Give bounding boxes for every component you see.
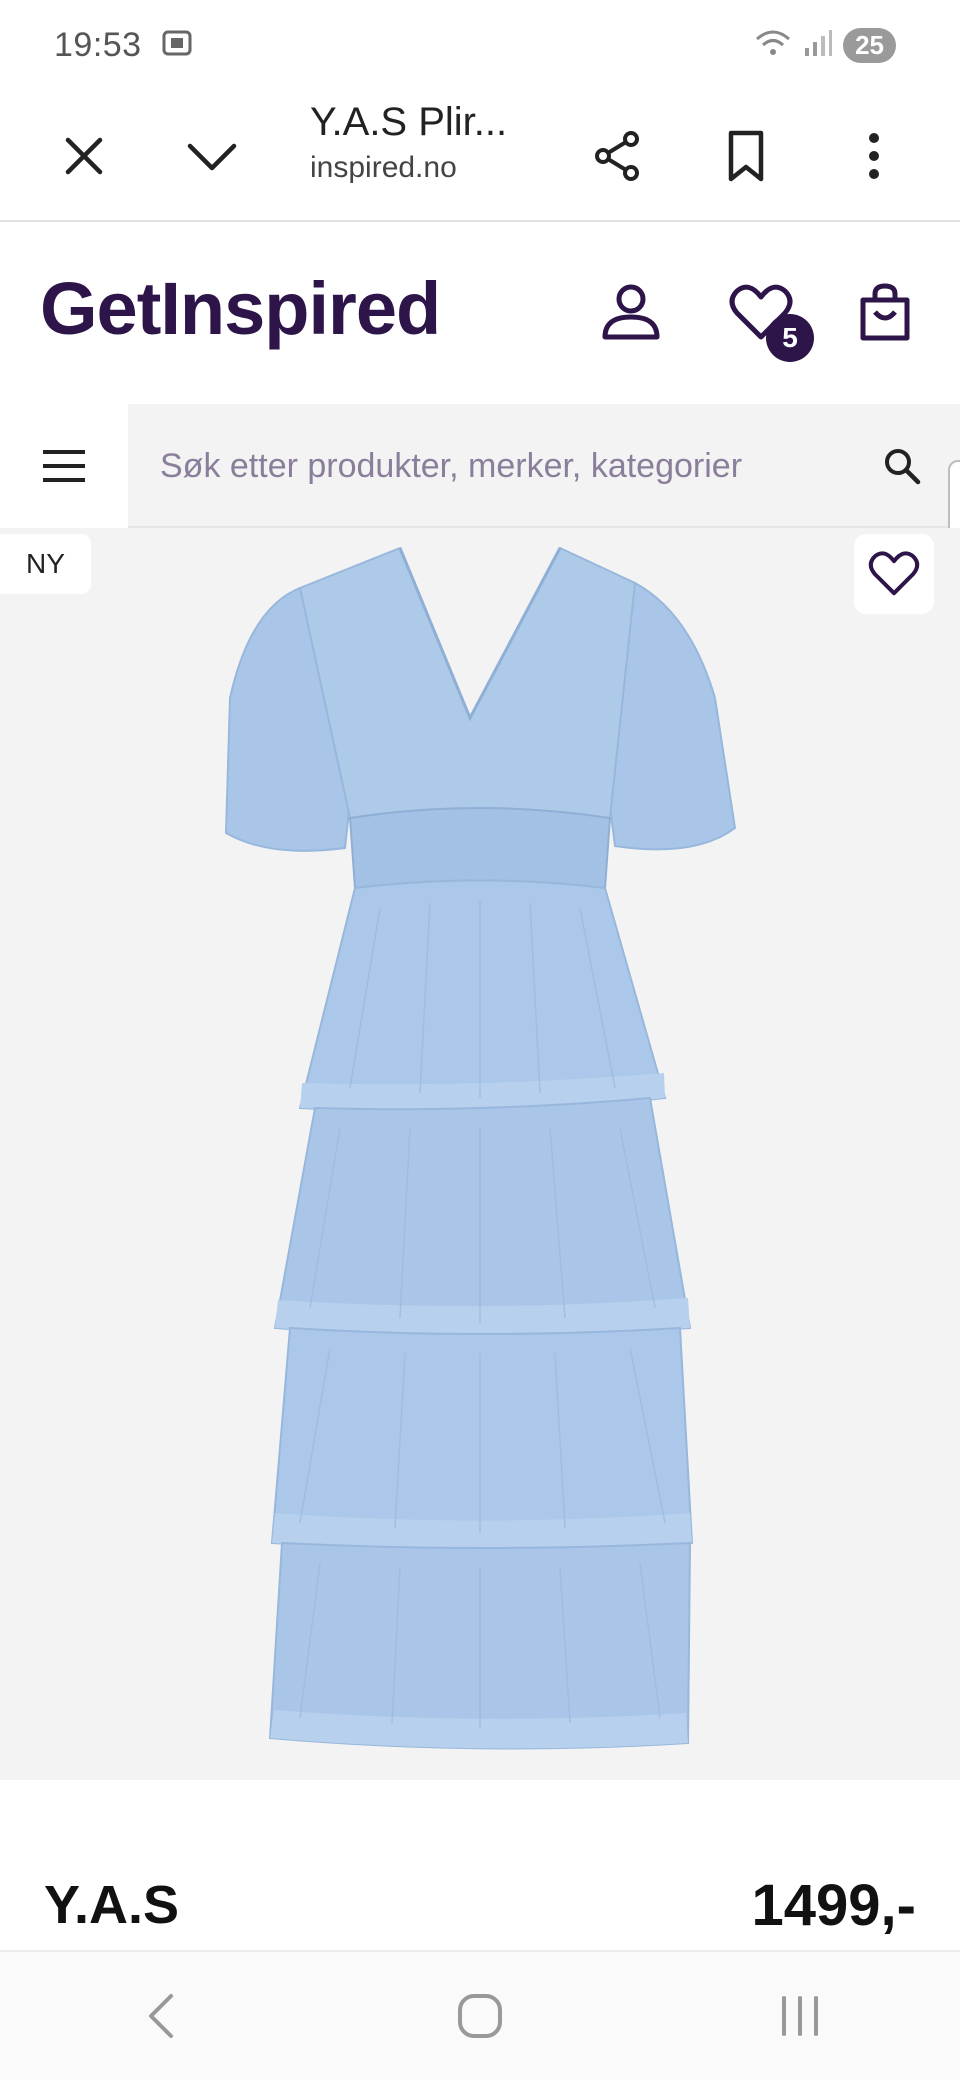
recents-icon[interactable] [740, 1966, 860, 2066]
site-header: GetInspired 5 [0, 224, 960, 404]
dress-illustration [224, 546, 737, 1750]
system-nav-bar [0, 1950, 960, 2080]
shopping-bag-icon[interactable] [840, 268, 930, 358]
product-image[interactable]: NY [0, 528, 960, 1780]
home-icon[interactable] [420, 1966, 540, 2066]
heart-outline-icon [868, 551, 920, 596]
back-icon[interactable] [100, 1966, 220, 2066]
more-vert-icon[interactable] [834, 116, 914, 196]
close-icon[interactable] [44, 116, 124, 196]
search-row [0, 404, 960, 528]
search-icon[interactable] [870, 434, 934, 498]
page-title-block[interactable]: Y.A.S Plir... inspired.no [310, 100, 550, 185]
wishlist-count-badge: 5 [766, 314, 814, 362]
wifi-icon [753, 27, 793, 64]
screen-record-icon [160, 26, 194, 65]
signal-icon [803, 28, 833, 63]
bookmark-icon[interactable] [706, 116, 786, 196]
wishlist-button[interactable]: 5 [716, 268, 814, 362]
page-url: inspired.no [310, 151, 457, 184]
site-logo[interactable]: GetInspired [40, 266, 441, 351]
status-left: 19:53 [54, 26, 194, 65]
new-badge: NY [0, 534, 91, 594]
browser-toolbar: Y.A.S Plir... inspired.no [0, 90, 960, 222]
status-bar: 19:53 25 [0, 0, 960, 90]
product-info: Y.A.S 1499,- [0, 1780, 960, 1950]
account-icon[interactable] [586, 268, 676, 358]
chevron-down-icon[interactable] [172, 116, 252, 196]
search-input[interactable] [160, 432, 840, 500]
status-time: 19:53 [54, 25, 142, 64]
page-title: Y.A.S Plir... [310, 100, 508, 144]
share-icon[interactable] [578, 116, 658, 196]
menu-icon[interactable] [0, 404, 128, 528]
add-to-wishlist-button[interactable] [854, 534, 934, 614]
product-price: 1499,- [751, 1873, 916, 1938]
battery-indicator: 25 [843, 27, 896, 63]
product-brand[interactable]: Y.A.S [44, 1874, 179, 1936]
status-right: 25 [753, 27, 896, 64]
